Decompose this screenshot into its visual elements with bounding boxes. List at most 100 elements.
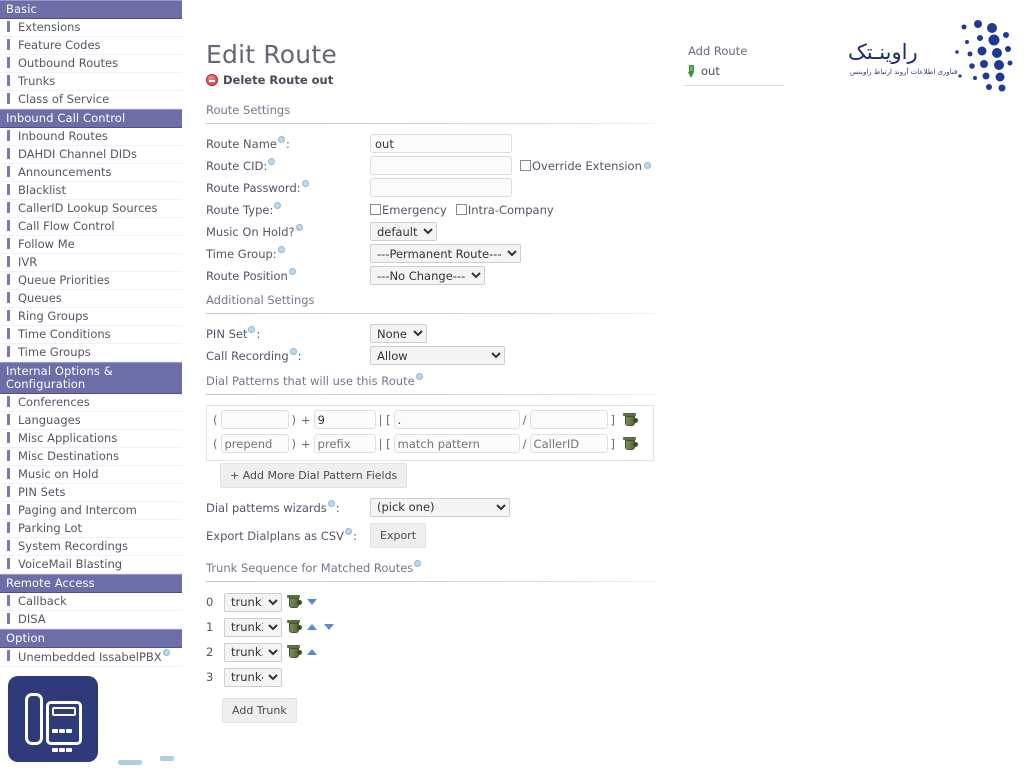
sidebar-item-misc-applications[interactable]: Misc Applications [0,430,182,448]
route-position-label: Route Position [206,268,370,283]
sidebar-item-languages[interactable]: Languages [0,412,182,430]
sidebar-item-label: Inbound Routes [18,129,108,143]
route-list-item-out[interactable]: out [684,62,784,81]
sidebar-item-callback[interactable]: Callback [0,593,182,611]
sidebar-item-trunks[interactable]: Trunks [0,73,182,91]
route-cid-row: Route CID: Override Extension [206,156,670,175]
move-down-icon[interactable] [307,599,317,606]
override-extension-checkbox-group[interactable]: Override Extension [520,159,652,173]
sidebar-item-inbound-routes[interactable]: Inbound Routes [0,128,182,146]
route-password-input[interactable] [370,178,512,197]
music-on-hold-select[interactable]: default [370,222,437,241]
help-icon[interactable] [277,246,285,254]
help-icon[interactable] [289,348,297,356]
help-icon[interactable] [301,180,309,188]
sidebar-item-ivr[interactable]: IVR [0,254,182,272]
sidebar-item-voicemail-blasting[interactable]: VoiceMail Blasting [0,556,182,574]
call-recording-select[interactable]: Allow [370,346,505,365]
sidebar-item-label: Announcements [18,165,112,179]
sidebar-item-label: DISA [18,612,46,626]
trunk-select[interactable]: trunk4 [224,667,282,687]
sidebar-item-queues[interactable]: Queues [0,290,182,308]
emergency-checkbox-group[interactable]: Emergency [370,203,447,217]
help-icon[interactable] [248,326,256,334]
move-up-icon[interactable] [307,649,317,656]
help-icon[interactable] [415,373,423,380]
sidebar-item-unembedded-issabelpbx[interactable]: Unembedded IssabelPBX [0,648,182,667]
music-on-hold-label: Music On Hold? [206,224,370,239]
trash-icon[interactable] [623,436,639,451]
add-trunk-button[interactable]: Add Trunk [222,697,297,723]
sidebar-item-extensions[interactable]: Extensions [0,19,182,37]
sidebar-item-time-conditions[interactable]: Time Conditions [0,326,182,344]
move-up-icon[interactable] [307,624,317,631]
sidebar-item-music-on-hold[interactable]: Music on Hold [0,466,182,484]
emergency-checkbox[interactable] [370,204,381,215]
sidebar-item-ring-groups[interactable]: Ring Groups [0,308,182,326]
dial-prepend-input[interactable] [220,434,289,454]
pin-set-select[interactable]: None [370,324,427,343]
route-name-input[interactable] [370,134,512,153]
sidebar-item-outbound-routes[interactable]: Outbound Routes [0,55,182,73]
sidebar-item-announcements[interactable]: Announcements [0,164,182,182]
routes-panel: Add Route out [684,40,784,86]
trunk-select[interactable]: trunk1 [224,592,282,612]
override-extension-checkbox[interactable] [520,160,531,171]
move-down-icon[interactable] [324,624,334,631]
dial-match-input[interactable] [393,434,520,454]
sidebar-item-disa[interactable]: DISA [0,611,182,629]
emergency-label: Emergency [382,202,447,217]
trunk-select[interactable]: trunk3 [224,642,282,662]
trash-icon[interactable] [287,595,302,609]
sidebar-item-call-flow-control[interactable]: Call Flow Control [0,218,182,236]
intra-company-checkbox-group[interactable]: Intra-Company [455,203,554,217]
sidebar-item-paging-and-intercom[interactable]: Paging and Intercom [0,502,182,520]
dial-callerid-input[interactable] [529,434,608,454]
dial-wizards-select[interactable]: (pick one) [370,497,510,517]
route-position-select[interactable]: ---No Change--- [370,266,485,285]
dial-match-input[interactable] [393,410,520,430]
dial-prefix-input[interactable] [313,434,376,454]
time-group-select[interactable]: ---Permanent Route--- [370,244,521,263]
sidebar-item-pin-sets[interactable]: PIN Sets [0,484,182,502]
help-icon[interactable] [277,136,285,144]
sidebar-item-queue-priorities[interactable]: Queue Priorities [0,272,182,290]
help-icon[interactable] [327,499,335,507]
sidebar-item-conferences[interactable]: Conferences [0,394,182,412]
sidebar-item-dahdi-channel-dids[interactable]: DAHDI Channel DIDs [0,146,182,164]
sidebar-item-time-groups[interactable]: Time Groups [0,344,182,362]
sidebar-item-label: IVR [18,255,38,269]
trunk-select[interactable]: trunk2 [224,617,282,637]
help-icon[interactable] [414,559,422,567]
trash-icon[interactable] [287,620,302,634]
paren-open: ( [213,412,218,427]
add-more-dial-pattern-fields-button[interactable]: + Add More Dial Pattern Fields [220,462,408,488]
trash-icon[interactable] [287,645,302,659]
dial-callerid-input[interactable] [529,410,608,430]
help-icon[interactable] [295,224,303,232]
route-cid-input[interactable] [370,156,512,175]
sidebar-item-follow-me[interactable]: Follow Me [0,236,182,254]
help-icon[interactable] [643,162,651,169]
sidebar-item-label: DAHDI Channel DIDs [18,147,138,161]
trash-icon[interactable] [623,412,639,427]
export-button[interactable]: Export [370,522,427,548]
sidebar-section-header-remote-access: Remote Access [0,574,182,593]
delete-route-link[interactable]: Delete Route out [206,73,670,87]
sidebar-item-misc-destinations[interactable]: Misc Destinations [0,448,182,466]
add-route-link[interactable]: Add Route [684,40,784,62]
help-icon[interactable] [288,268,296,276]
sidebar-item-feature-codes[interactable]: Feature Codes [0,37,182,55]
sidebar-item-blacklist[interactable]: Blacklist [0,182,182,200]
dial-prefix-input[interactable] [313,410,376,430]
help-icon[interactable] [162,649,170,656]
intra-company-checkbox[interactable] [455,204,467,215]
sidebar-item-callerid-lookup-sources[interactable]: CallerID Lookup Sources [0,200,182,218]
dial-prepend-input[interactable] [220,410,289,430]
help-icon[interactable] [268,158,276,166]
sidebar-item-system-recordings[interactable]: System Recordings [0,538,182,556]
sidebar-item-parking-lot[interactable]: Parking Lot [0,520,182,538]
sidebar-item-class-of-service[interactable]: Class of Service [0,91,182,109]
help-icon[interactable] [344,527,352,535]
help-icon[interactable] [274,202,282,210]
